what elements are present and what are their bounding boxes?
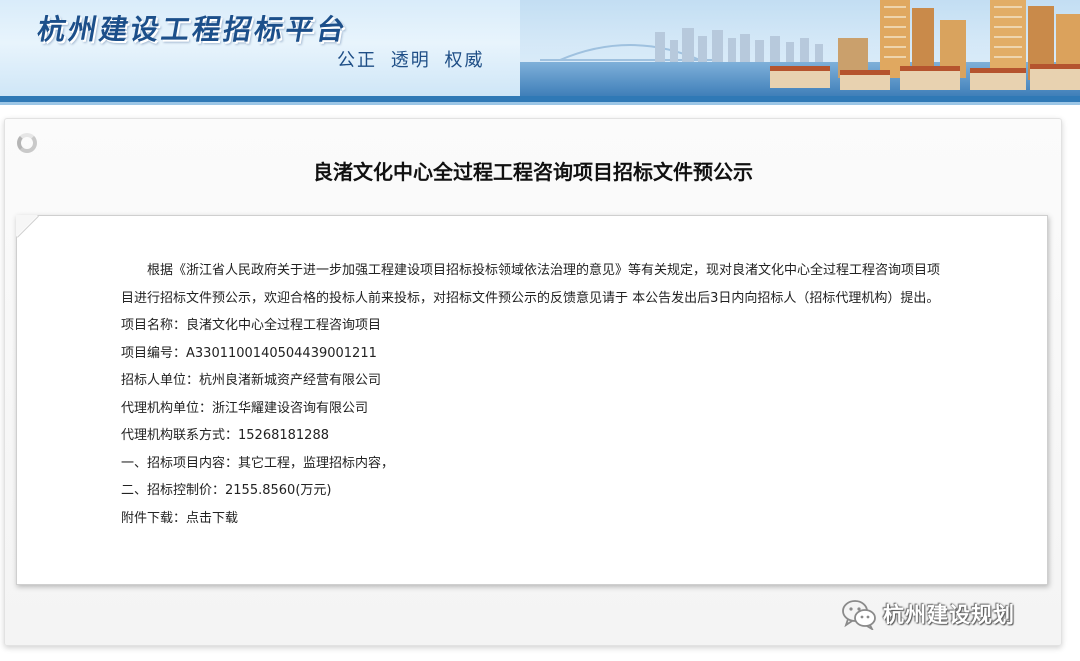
project-code-label: 项目编号：: [121, 345, 187, 361]
project-name-row: 项目名称：良渚文化中心全过程工程咨询项目: [121, 312, 951, 340]
tender-content-label: 一、招标项目内容：: [121, 455, 239, 471]
agency-label: 代理机构单位：: [121, 400, 213, 416]
control-price-value: 2155.8560(万元): [225, 483, 332, 498]
wechat-icon: [842, 600, 876, 630]
control-price-label: 二、招标控制价：: [121, 483, 226, 498]
agency-contact-row: 代理机构联系方式：15268181288: [121, 422, 951, 450]
tenderer-value: 杭州良渚新城资产经营有限公司: [199, 373, 382, 388]
ring-decoration-icon: [17, 133, 37, 153]
attachment-label: 附件下载：: [121, 510, 187, 526]
project-code-value: A3301100140504439001211: [186, 345, 377, 361]
notice-body: 根据《浙江省人民政府关于进一步加强工程建设项目招标投标领域依法治理的意见》等有关…: [121, 257, 951, 532]
project-code-row: 项目编号：A3301100140504439001211: [121, 340, 951, 368]
attachment-row: 附件下载：点击下载: [121, 505, 951, 533]
watermark-text: 杭州建设规划: [883, 603, 1015, 627]
agency-contact-label: 代理机构联系方式：: [121, 428, 239, 443]
project-name-value: 良渚文化中心全过程工程咨询项目: [186, 318, 382, 333]
site-title: 杭州建设工程招标平台: [34, 13, 351, 46]
agency-contact-value: 15268181288: [238, 428, 329, 443]
project-name-label: 项目名称：: [121, 318, 187, 333]
agency-row: 代理机构单位：浙江华耀建设咨询有限公司: [121, 395, 951, 423]
site-slogan: 公正 透明 权威: [337, 50, 485, 71]
notice-title: 良渚文化中心全过程工程咨询项目招标文件预公示: [313, 160, 753, 184]
control-price-row: 二、招标控制价：2155.8560(万元): [121, 477, 951, 505]
tenderer-row: 招标人单位：杭州良渚新城资产经营有限公司: [121, 367, 951, 395]
header-divider-light: [0, 102, 1080, 105]
city-skyline-image: [520, 0, 1080, 96]
notice-panel: 良渚文化中心全过程工程咨询项目招标文件预公示 根据《浙江省人民政府关于进一步加强…: [4, 118, 1062, 646]
tender-content-row: 一、招标项目内容：其它工程，监理招标内容，: [121, 450, 951, 478]
watermark: 杭州建设规划: [841, 598, 1015, 630]
attachment-download-link[interactable]: 点击下载: [186, 511, 238, 526]
tender-content-value: 其它工程，监理招标内容，: [238, 455, 395, 471]
notice-intro: 根据《浙江省人民政府关于进一步加强工程建设项目招标投标领域依法治理的意见》等有关…: [121, 263, 941, 306]
notice-card: 根据《浙江省人民政府关于进一步加强工程建设项目招标投标领域依法治理的意见》等有关…: [16, 215, 1048, 585]
agency-value: 浙江华耀建设咨询有限公司: [212, 400, 369, 416]
header-banner: 杭州建设工程招标平台 公正 透明 权威: [0, 0, 1080, 96]
tenderer-label: 招标人单位：: [121, 373, 200, 388]
